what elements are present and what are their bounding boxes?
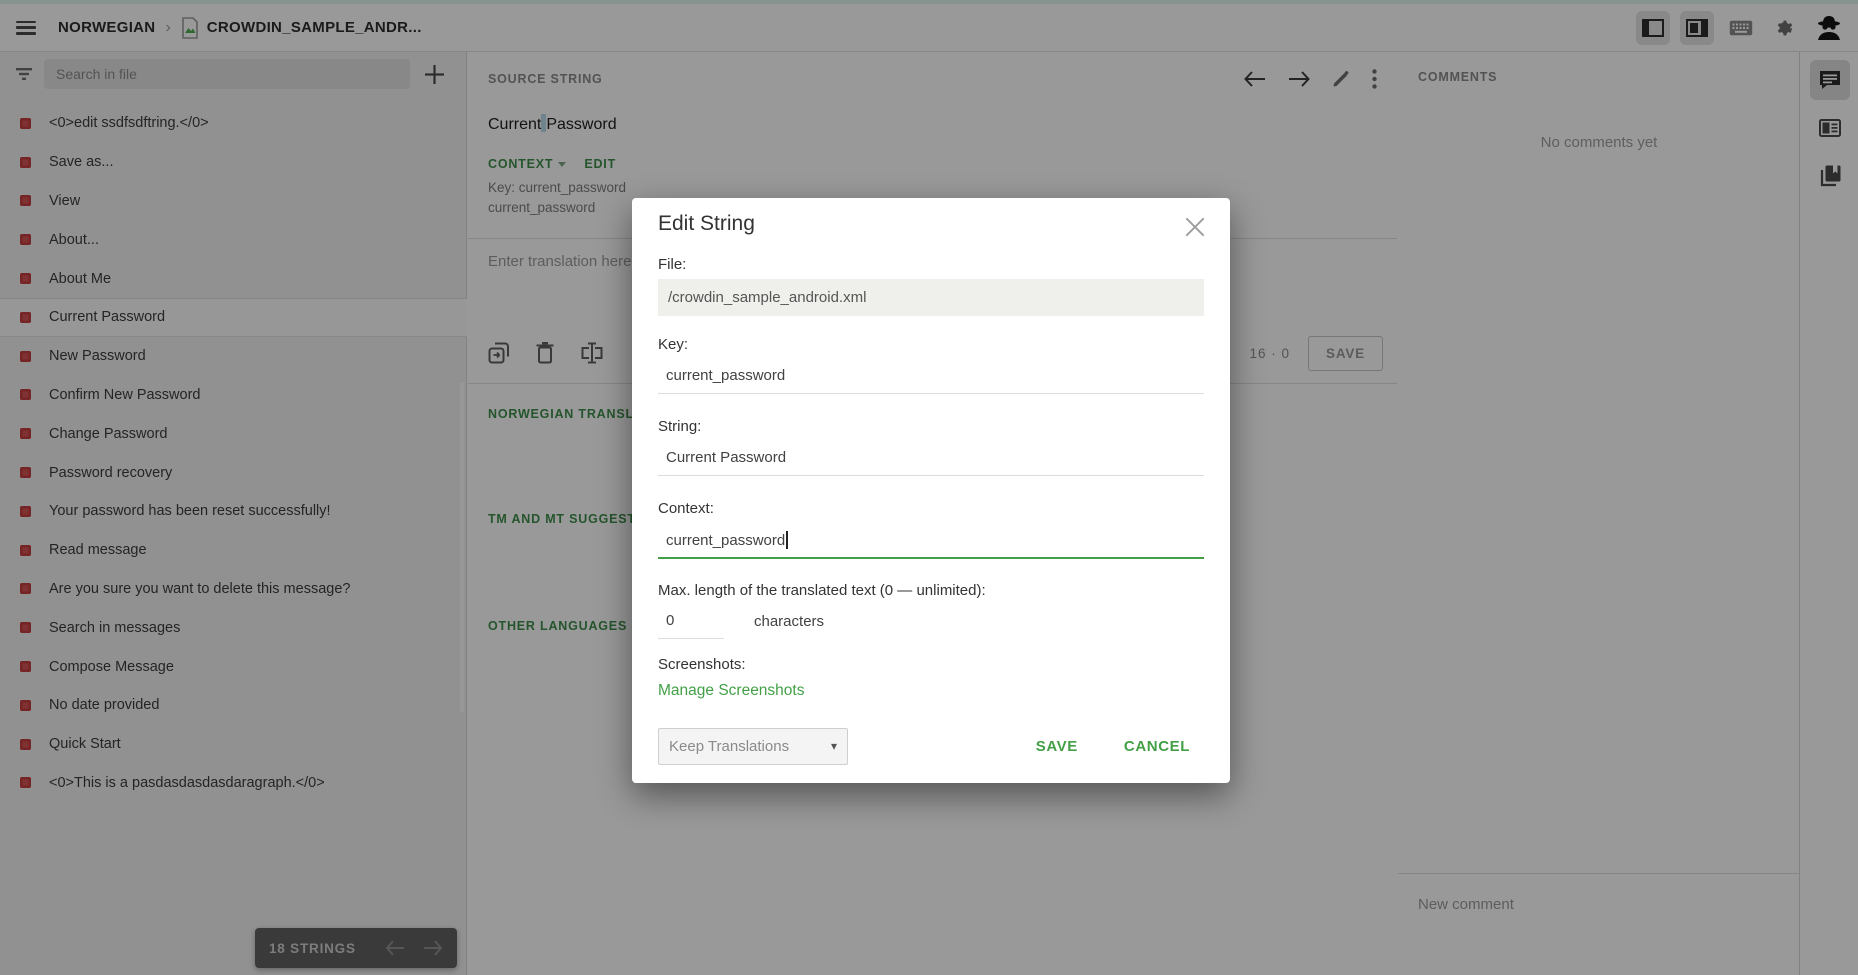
crowdin-editor: NORWEGIAN › CROWDIN_SAMPLE_ANDR... (0, 0, 1858, 975)
key-input[interactable] (658, 361, 1204, 394)
edit-string-dialog: Edit String File: /crowdin_sample_androi… (632, 198, 1230, 783)
characters-label: characters (754, 613, 824, 630)
string-input[interactable] (658, 443, 1204, 476)
max-length-label: Max. length of the translated text (0 — … (658, 582, 986, 599)
manage-screenshots-link[interactable]: Manage Screenshots (658, 682, 804, 700)
context-input[interactable]: current_password (658, 525, 1204, 559)
screenshots-label: Screenshots: (658, 656, 746, 673)
dialog-cancel-button[interactable]: CANCEL (1124, 738, 1190, 755)
dialog-title: Edit String (658, 212, 755, 236)
keep-translations-select[interactable]: Keep Translations ▾ (658, 728, 848, 765)
select-caret-icon: ▾ (831, 739, 837, 753)
close-icon[interactable] (1182, 214, 1208, 240)
key-label: Key: (658, 336, 688, 353)
text-cursor (786, 531, 788, 549)
context-label: Context: (658, 500, 714, 517)
string-label: String: (658, 418, 701, 435)
dialog-save-button[interactable]: SAVE (1036, 738, 1078, 755)
max-length-input[interactable] (658, 606, 724, 639)
file-value-field: /crowdin_sample_android.xml (658, 279, 1204, 316)
file-label: File: (658, 256, 686, 273)
